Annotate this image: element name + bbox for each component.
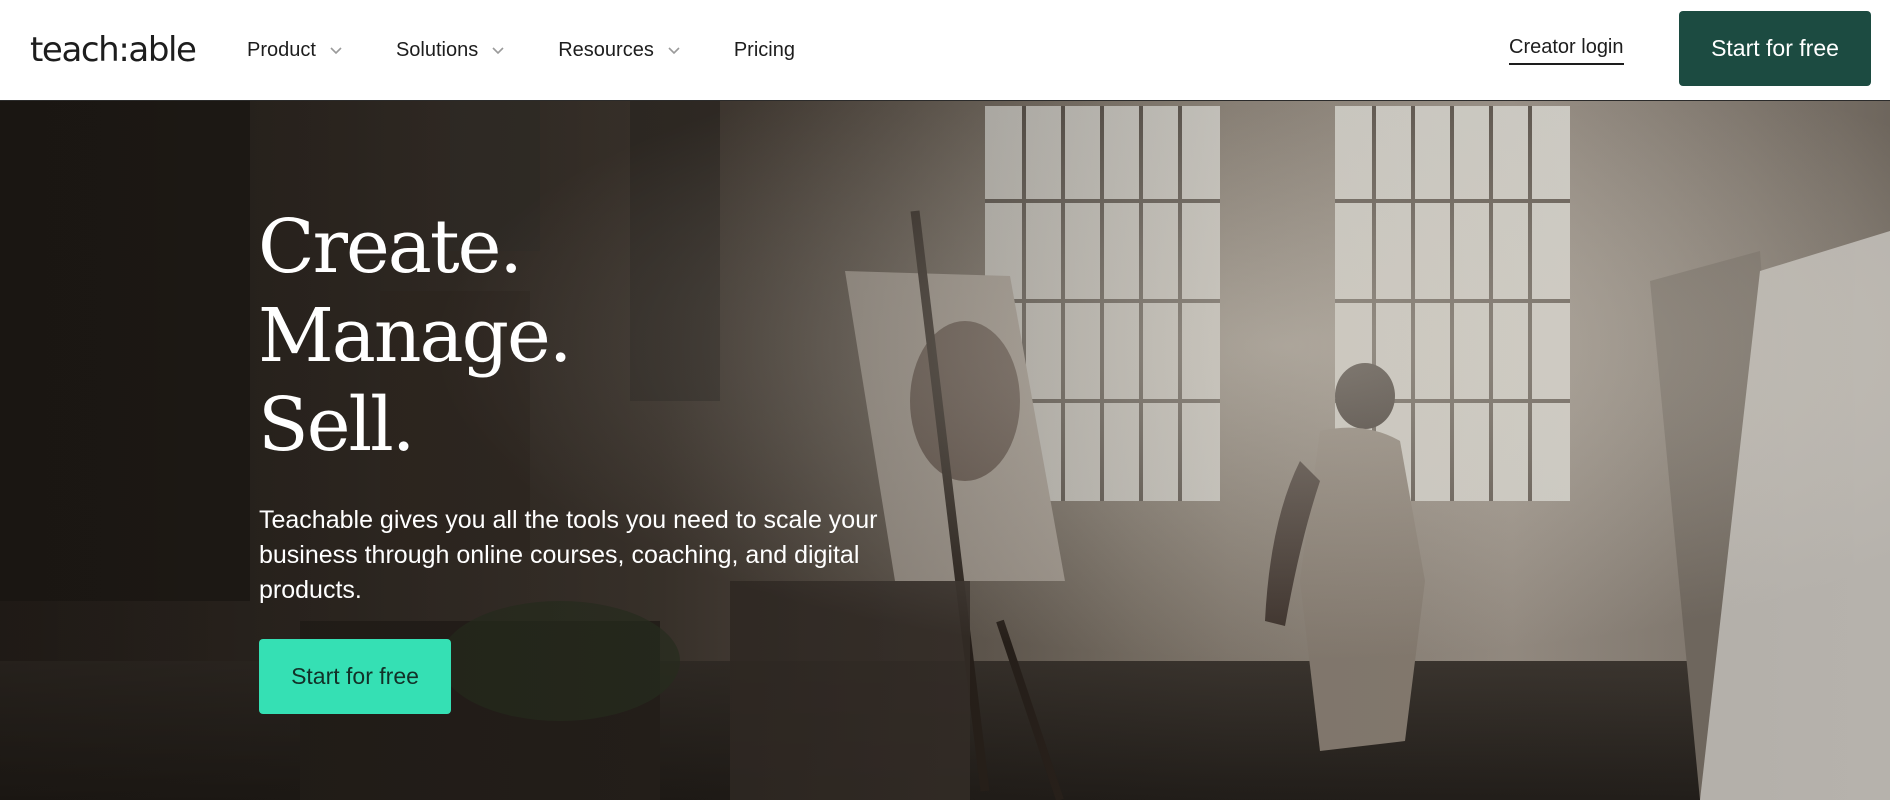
nav-item-product[interactable]: Product (247, 30, 344, 70)
chevron-down-icon (490, 42, 506, 58)
hero-headline: Create. Manage. Sell. (258, 203, 572, 470)
headline-line: Manage. (258, 293, 572, 379)
nav-item-solutions[interactable]: Solutions (396, 30, 506, 70)
nav-item-label: Resources (558, 38, 654, 61)
creator-login-link[interactable]: Creator login (1509, 34, 1624, 65)
hero-subtext: Teachable gives you all the tools you ne… (259, 506, 878, 604)
header-start-free-button[interactable]: Start for free (1679, 11, 1871, 86)
site-header: teach:able Product Solutions Resources P… (0, 0, 1890, 101)
chevron-down-icon (666, 42, 682, 58)
nav-item-resources[interactable]: Resources (558, 30, 682, 70)
nav-item-label: Pricing (733, 38, 795, 61)
nav-item-label: Product (247, 38, 316, 61)
hero-section: Create. Manage. Sell. Teachable gives yo… (0, 101, 1890, 800)
nav-item-pricing[interactable]: Pricing (734, 30, 795, 70)
hero-start-free-button[interactable]: Start for free (259, 639, 451, 714)
chevron-down-icon (328, 42, 344, 58)
main-nav: Product Solutions Resources Pricing (247, 0, 795, 100)
nav-item-label: Solutions (395, 38, 479, 61)
teachable-logo[interactable]: teach:able (30, 28, 197, 72)
headline-line: Sell. (258, 382, 415, 468)
headline-line: Create. (258, 204, 523, 290)
